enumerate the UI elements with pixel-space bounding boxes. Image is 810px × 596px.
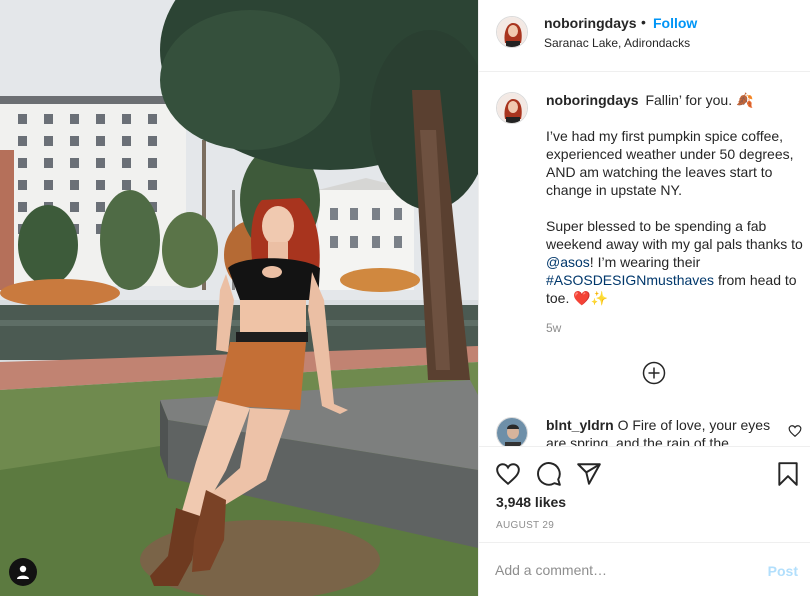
user-tag-icon [17, 565, 29, 579]
header-separator: • [641, 14, 646, 30]
post-photo[interactable] [0, 0, 478, 596]
follow-button[interactable]: Follow [653, 15, 697, 31]
comments-list[interactable]: noboringdays Fallin’ for you. 🍂 I’ve had… [479, 73, 810, 446]
post-location[interactable]: Saranac Lake, Adirondacks [544, 36, 690, 50]
add-comment-bar: Post [479, 542, 810, 596]
post-header: noboringdays • Follow Saranac Lake, Adir… [479, 0, 810, 72]
hashtag-link[interactable]: #ASOSDESIGNmusthaves [546, 272, 714, 288]
likes-count[interactable]: 3,948 likes [496, 494, 566, 510]
author-username[interactable]: noboringdays [544, 15, 637, 31]
caption-paragraph-3: Super blessed to be spending a fab weeke… [546, 217, 806, 307]
author-avatar[interactable] [496, 16, 528, 48]
caption-text: Super blessed to be spending a fab weeke… [546, 218, 803, 252]
plus-circle-icon[interactable] [642, 361, 666, 385]
post-date[interactable]: AUGUST 29 [496, 520, 554, 531]
photo-scene [0, 0, 478, 596]
comment-input[interactable] [495, 557, 745, 583]
post-comment-button[interactable]: Post [768, 563, 798, 579]
small-heart-icon[interactable] [788, 424, 802, 438]
post-caption: noboringdays Fallin’ for you. 🍂 I’ve had… [546, 91, 806, 325]
commenter-avatar[interactable] [496, 417, 528, 446]
caption-author-avatar[interactable] [496, 92, 528, 124]
comment-bubble-icon[interactable] [536, 461, 562, 487]
caption-first-line: noboringdays Fallin’ for you. 🍂 [546, 91, 806, 109]
caption-line1: Fallin’ for you. 🍂 [645, 92, 754, 108]
commenter-username[interactable]: blnt_yldrn [546, 417, 614, 433]
heart-icon[interactable] [495, 461, 521, 487]
share-plane-icon[interactable] [576, 461, 602, 487]
mention-link[interactable]: @asos [546, 254, 590, 270]
caption-age: 5w [546, 321, 562, 335]
caption-paragraph-2: I’ve had my first pumpkin spice coffee, … [546, 128, 794, 198]
user-tag-button[interactable] [9, 558, 37, 586]
post-actions: 3,948 likes AUGUST 29 [479, 446, 810, 542]
comment-item: blnt_yldrn O Fire of love, your eyes are… [546, 416, 786, 446]
post-sidebar: noboringdays • Follow Saranac Lake, Adir… [478, 0, 810, 596]
bookmark-icon[interactable] [775, 461, 801, 487]
caption-username[interactable]: noboringdays [546, 92, 639, 108]
caption-text: ! I’m wearing their [589, 254, 701, 270]
